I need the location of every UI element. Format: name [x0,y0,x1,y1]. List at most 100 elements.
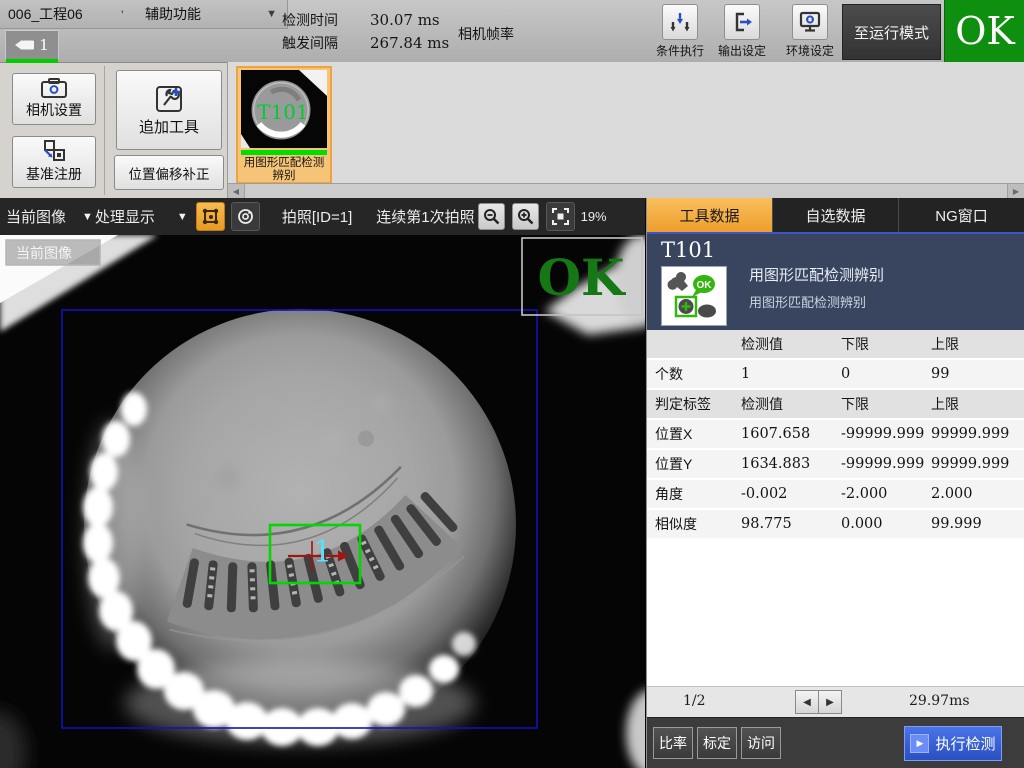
prev-icon: ◀ [803,697,811,708]
camera-icon [15,39,35,51]
ratio-button[interactable]: 比率 [653,727,693,759]
row-low: 下限 [841,394,931,414]
zoom-level-value: 19% [581,209,607,224]
next-icon: ▶ [826,697,834,708]
tool-thumbnail-t101[interactable]: T101 用图形匹配检测 辨别 [236,66,332,184]
camera-image-viewport[interactable]: 1 OK 当前图像 [0,235,645,768]
top-bar: 006_工程06 ▼ 辅助功能 ▼ 1 检测时间 30.07 ms 触发间隔 2… [0,0,1024,63]
run-mode-label: 至运行模式 [854,22,929,43]
col-high-limit: 上限 [931,334,1024,354]
tab-tool-data-label: 工具数据 [679,205,739,226]
camera-setup-button[interactable]: 相机设置 [12,73,96,125]
tool-thumbnail-caption-1: 用图形匹配检测 [238,157,330,170]
camera-tab-label: 1 [39,36,49,54]
row-value: 1607.658 [741,426,841,442]
thumbnail-scrollbar[interactable]: ◀ ▶ [228,183,1024,198]
table-row[interactable]: 个数 1 0 99 [647,360,1024,388]
detect-time-label: 检测时间 [282,10,370,30]
calibration-button[interactable]: 标定 [697,727,737,759]
status-ok-text: OK [955,9,1015,53]
page-next-button[interactable]: ▶ [819,690,842,714]
table-row[interactable]: 位置X 1607.658 -99999.999 99999.999 [647,420,1024,448]
table-header-row: 检测值 下限 上限 [647,330,1024,358]
vision-inspection-app: 006_工程06 ▼ 辅助功能 ▼ 1 检测时间 30.07 ms 触发间隔 2… [0,0,1024,768]
run-mode-button[interactable]: 至运行模式 [842,4,941,60]
execute-detection-button[interactable]: ▶ 执行检测 [904,726,1002,761]
tool-name: 用图形匹配检测辨别 [749,264,884,285]
access-label: 访问 [747,733,775,753]
row-high: 99.999 [931,516,1024,532]
output-settings-button[interactable]: 输出设定 [714,4,770,59]
detect-time-value: 30.07 ms [370,11,440,29]
tool-thumbnail-image: T101 [241,70,327,148]
processing-time: 29.97ms [909,693,970,709]
fit-view-button[interactable] [546,202,575,231]
camera-fps-label: 相机帧率 [458,24,514,44]
match-index-label: 1 [313,535,332,570]
row-high: 99999.999 [931,456,1024,472]
environment-settings-button[interactable]: 环境设定 [782,4,838,59]
conditional-exec-button[interactable]: 条件执行 [652,4,708,59]
col-detect-value: 检测值 [741,334,841,354]
camera-tab-1[interactable]: 1 [5,30,59,59]
result-table: 检测值 下限 上限 个数 1 0 99 判定标签 检测值 下限 上限 位置X 1… [647,330,1024,686]
scroll-left-button[interactable]: ◀ [228,184,245,198]
camera-image: 1 OK 当前图像 [0,235,645,768]
zoom-in-button[interactable] [512,203,539,230]
register-reference-button[interactable]: 基准注册 [12,136,96,188]
tool-id: T101 [661,238,715,262]
result-pager: 1/2 ◀ ▶ 29.97ms [647,686,1024,717]
row-value: 检测值 [741,394,841,414]
environment-settings-icon [798,10,822,34]
fit-view-icon [552,208,569,225]
row-label: 个数 [655,364,741,384]
scroll-right-icon: ▶ [1013,187,1019,196]
current-image-select[interactable]: 当前图像 [6,206,66,227]
tab-ng-window-label: NG窗口 [935,205,988,226]
row-label: 位置Y [655,454,741,474]
camera-setup-icon [41,78,67,98]
access-button[interactable]: 访问 [741,727,781,759]
page-prev-button[interactable]: ◀ [795,690,819,714]
overlay-pattern-button[interactable] [196,202,225,231]
tab-ng-window[interactable]: NG窗口 [898,198,1024,232]
table-subheader-row: 判定标签 检测值 下限 上限 [647,390,1024,418]
scroll-right-button[interactable]: ▶ [1007,184,1024,198]
table-row[interactable]: 相似度 98.775 0.000 99.999 [647,510,1024,538]
capture-label: 拍照[ID=1] [282,206,352,227]
result-overlay: OK [522,238,642,315]
rotate-view-button[interactable] [231,202,260,231]
tab-custom-data[interactable]: 自选数据 [772,198,898,232]
zoom-out-button[interactable] [478,203,505,230]
scroll-left-icon: ◀ [233,187,239,196]
row-high: 99 [931,366,1024,382]
row-high: 99999.999 [931,426,1024,442]
row-value: 1634.883 [741,456,841,472]
row-low: 0.000 [841,516,931,532]
table-row[interactable]: 角度 -0.002 -2.000 2.000 [647,480,1024,508]
row-value: -0.002 [741,486,841,502]
chevron-down-icon: ▼ [266,8,277,20]
tool-thumbnail-id: T101 [257,100,309,124]
row-low: 0 [841,366,931,382]
table-row[interactable]: 位置Y 1634.883 -99999.999 99999.999 [647,450,1024,478]
tab-tool-data[interactable]: 工具数据 [647,198,772,232]
tool-description: 用图形匹配检测辨别 [749,292,866,311]
scrollbar-track[interactable] [245,184,1007,198]
output-settings-label: 输出设定 [714,42,770,59]
project-selector[interactable]: 006_工程06 ▼ [0,0,139,29]
tab-custom-data-label: 自选数据 [805,205,865,226]
row-label: 相似度 [655,514,741,534]
position-offset-button[interactable]: 位置偏移补正 [114,155,224,190]
add-tool-button[interactable]: 追加工具 [116,70,222,150]
add-tool-icon [154,84,184,114]
image-toolbar: 当前图像 ▼ 处理显示 ▼ 拍照[ID=1] 连续第1次拍照 [0,198,645,235]
chevron-down-icon[interactable]: ▼ [177,211,188,223]
timing-stats: 检测时间 30.07 ms 触发间隔 267.84 ms [282,8,449,54]
aux-menu-selector[interactable]: 辅助功能 ▼ [123,0,288,29]
zoom-in-icon [517,208,534,225]
display-mode-select[interactable]: 处理显示 [95,206,155,227]
calibration-label: 标定 [703,733,731,753]
chevron-down-icon[interactable]: ▼ [82,211,93,223]
trigger-interval-value: 267.84 ms [370,34,449,52]
